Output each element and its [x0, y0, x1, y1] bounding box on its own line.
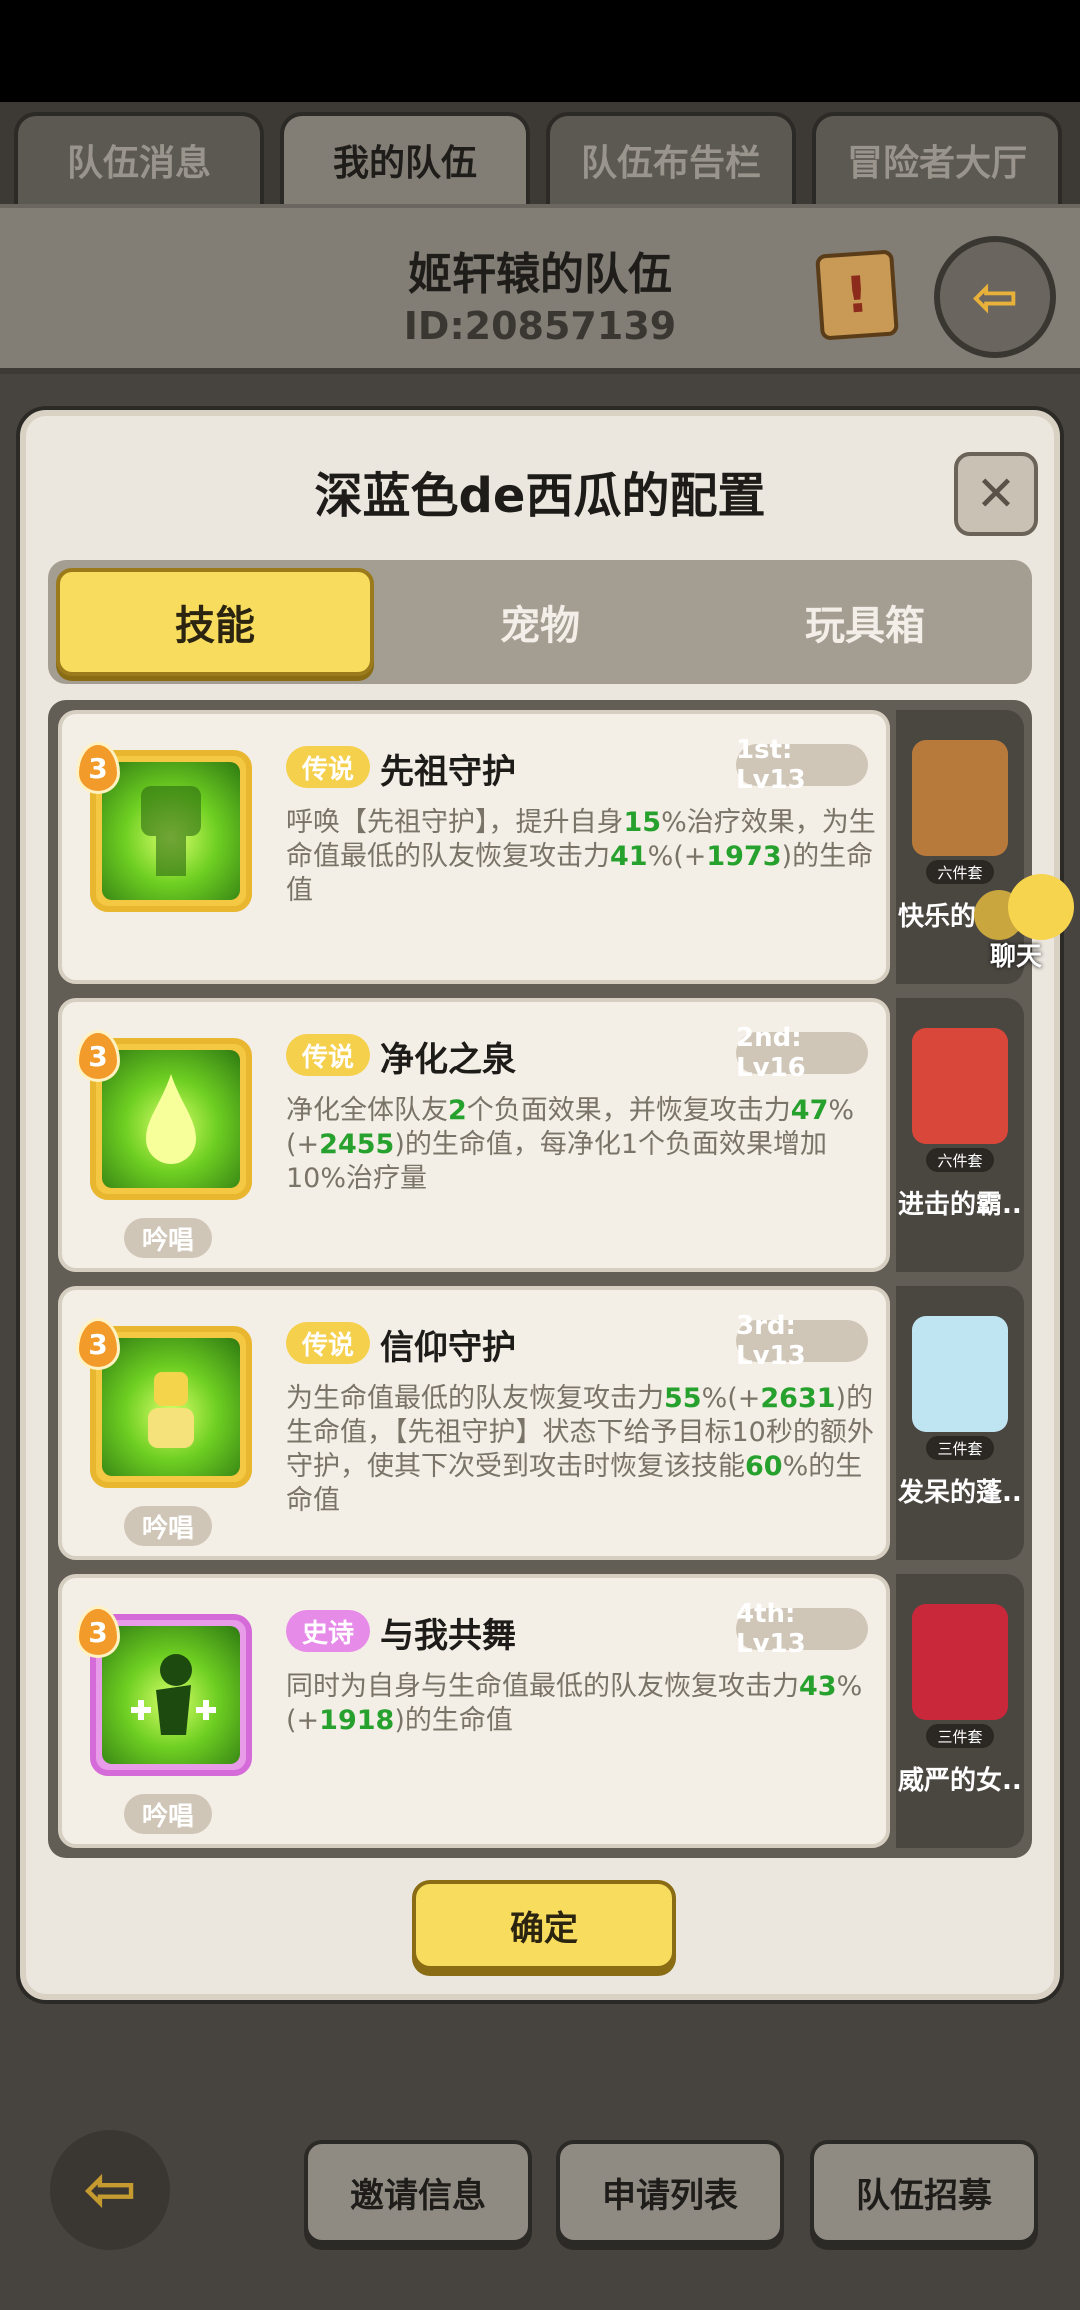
pet-image — [912, 1316, 1008, 1432]
skill-value-highlight: 15 — [623, 807, 662, 838]
invite-info-button[interactable]: 邀请信息 — [304, 2140, 532, 2244]
skill-text-segment: %(+ — [647, 841, 707, 872]
skill-text-segment: 净化全体队友 — [286, 1095, 448, 1126]
tab-skills[interactable]: 技能 — [56, 568, 374, 676]
skill-value-highlight: 43 — [799, 1671, 837, 1702]
tab-toybox[interactable]: 玩具箱 — [706, 568, 1024, 676]
rarity-badge: 传说 — [286, 1034, 370, 1076]
skill-text-segment: 呼唤【先祖守护】，提升自身 — [286, 807, 624, 838]
skill-text-segment: 同时为自身与生命值最低的队友恢复攻击力 — [286, 1671, 799, 1702]
skill-card-4[interactable]: 3 吟唱 史诗 与我共舞 4th: Lv13 同时为自身与生命值最低的队友恢复攻… — [58, 1574, 890, 1848]
chant-badge: 吟唱 — [124, 1506, 212, 1546]
ancestor-shield-icon — [102, 762, 240, 900]
notice-scroll-icon[interactable]: ! — [815, 249, 899, 341]
skill-value-highlight: 47 — [790, 1095, 829, 1126]
pet-set-badge: 三件套 — [926, 1436, 994, 1460]
skill-value-highlight: 1973 — [706, 841, 782, 872]
back-button[interactable]: ⇦ — [50, 2130, 170, 2250]
pet-card-2[interactable]: 六件套 进击的霸... — [896, 998, 1024, 1272]
close-icon: ✕ — [975, 466, 1017, 522]
back-arrow-icon: ⇦ — [83, 2153, 137, 2227]
chat-label: 聊天 — [990, 942, 1043, 972]
tab-team-board[interactable]: 队伍布告栏 — [546, 112, 796, 204]
dialog-title: 深蓝色de西瓜的配置 — [314, 468, 766, 524]
rarity-badge: 史诗 — [286, 1610, 370, 1652]
pet-card-4[interactable]: 三件套 威严的女... — [896, 1574, 1024, 1848]
exit-arrow-icon: ⇦ — [971, 264, 1019, 330]
rarity-badge: 传说 — [286, 1322, 370, 1364]
tab-pets[interactable]: 宠物 — [381, 568, 699, 676]
exit-team-button[interactable]: ⇦ — [934, 236, 1056, 358]
skill-description: 呼唤【先祖守护】，提升自身15%治疗效果，为生命值最低的队友恢复攻击力41%(+… — [286, 806, 876, 908]
chat-bubble-icon — [1008, 874, 1074, 940]
skill-text-segment: 为生命值最低的队友恢复攻击力 — [286, 1383, 664, 1414]
skill-value-highlight: 1918 — [319, 1705, 395, 1736]
skill-card-2[interactable]: 3 吟唱 传说 净化之泉 2nd: Lv16 净化全体队友2个负面效果，并恢复攻… — [58, 998, 890, 1272]
status-bar — [0, 0, 1080, 102]
skill-value-highlight: 2631 — [760, 1383, 836, 1414]
pet-name: 进击的霸... — [898, 1190, 1022, 1220]
skill-value-highlight: 60 — [745, 1451, 783, 1482]
tab-adventurer-hall[interactable]: 冒险者大厅 — [812, 112, 1062, 204]
chat-button[interactable]: 聊天 — [972, 870, 1080, 972]
pet-image — [912, 1604, 1008, 1720]
team-id: ID:20857139 — [403, 304, 677, 348]
skill-value-highlight: 55 — [664, 1383, 702, 1414]
team-recruit-button[interactable]: 队伍招募 — [810, 2140, 1038, 2244]
skill-description: 为生命值最低的队友恢复攻击力55%(+2631)的生命值，【先祖守护】状态下给予… — [286, 1382, 876, 1518]
pet-card-3[interactable]: 三件套 发呆的蓬... — [896, 1286, 1024, 1560]
pet-set-badge: 六件套 — [926, 1148, 994, 1172]
pet-name: 发呆的蓬... — [898, 1478, 1022, 1508]
top-tabs: 队伍消息 我的队伍 队伍布告栏 冒险者大厅 — [0, 102, 1080, 204]
skill-description: 同时为自身与生命值最低的队友恢复攻击力43%(+1918)的生命值 — [286, 1670, 876, 1738]
team-header: 姬轩辕的队伍 ID:20857139 ! ⇦ — [0, 204, 1080, 374]
faith-guard-icon — [102, 1338, 240, 1476]
skill-card-1[interactable]: 3 传说 先祖守护 1st: Lv13 呼唤【先祖守护】，提升自身15%治疗效果… — [58, 710, 890, 984]
skill-slot-level: 2nd: Lv16 — [736, 1023, 868, 1083]
skill-description: 净化全体队友2个负面效果，并恢复攻击力47%(+2455)的生命值，每净化1个负… — [286, 1094, 876, 1196]
segment-control: 技能 宠物 玩具箱 — [48, 560, 1032, 684]
skill-value-highlight: 41 — [610, 841, 648, 872]
purify-spring-icon — [102, 1050, 240, 1188]
config-dialog: 深蓝色de西瓜的配置 ✕ 技能 宠物 玩具箱 3 传说 先祖守护 1st: Lv… — [20, 410, 1060, 2000]
rarity-badge: 传说 — [286, 746, 370, 788]
skill-list: 3 传说 先祖守护 1st: Lv13 呼唤【先祖守护】，提升自身15%治疗效果… — [48, 700, 1032, 1858]
skill-name: 先祖守护 — [380, 752, 516, 792]
skill-card-3[interactable]: 3 吟唱 传说 信仰守护 3rd: Lv13 为生命值最低的队友恢复攻击力55%… — [58, 1286, 890, 1560]
tab-my-team[interactable]: 我的队伍 — [280, 112, 530, 204]
pet-image — [912, 740, 1008, 856]
skill-name: 与我共舞 — [380, 1616, 516, 1656]
pet-name: 威严的女... — [898, 1766, 1022, 1796]
skill-value-highlight: 2 — [448, 1095, 467, 1126]
pet-image — [912, 1028, 1008, 1144]
skill-text-segment: %(+ — [701, 1383, 761, 1414]
skill-slot-level: 1st: Lv13 — [736, 735, 868, 795]
team-name: 姬轩辕的队伍 — [408, 249, 672, 300]
chant-badge: 吟唱 — [124, 1218, 212, 1258]
close-button[interactable]: ✕ — [954, 452, 1038, 536]
chant-badge: 吟唱 — [124, 1794, 212, 1834]
skill-name: 信仰守护 — [380, 1328, 516, 1368]
skill-name: 净化之泉 — [380, 1040, 516, 1080]
application-list-button[interactable]: 申请列表 — [556, 2140, 784, 2244]
confirm-button[interactable]: 确定 — [412, 1880, 676, 1970]
tab-team-messages[interactable]: 队伍消息 — [14, 112, 264, 204]
skill-text-segment: 个负面效果，并恢复攻击力 — [466, 1095, 791, 1126]
skill-text-segment: )的生命值 — [394, 1705, 513, 1736]
pet-set-badge: 三件套 — [926, 1724, 994, 1748]
skill-slot-level: 4th: Lv13 — [736, 1599, 868, 1659]
skill-slot-level: 3rd: Lv13 — [736, 1311, 868, 1371]
skill-value-highlight: 2455 — [319, 1129, 395, 1160]
dance-with-me-icon — [102, 1626, 240, 1764]
